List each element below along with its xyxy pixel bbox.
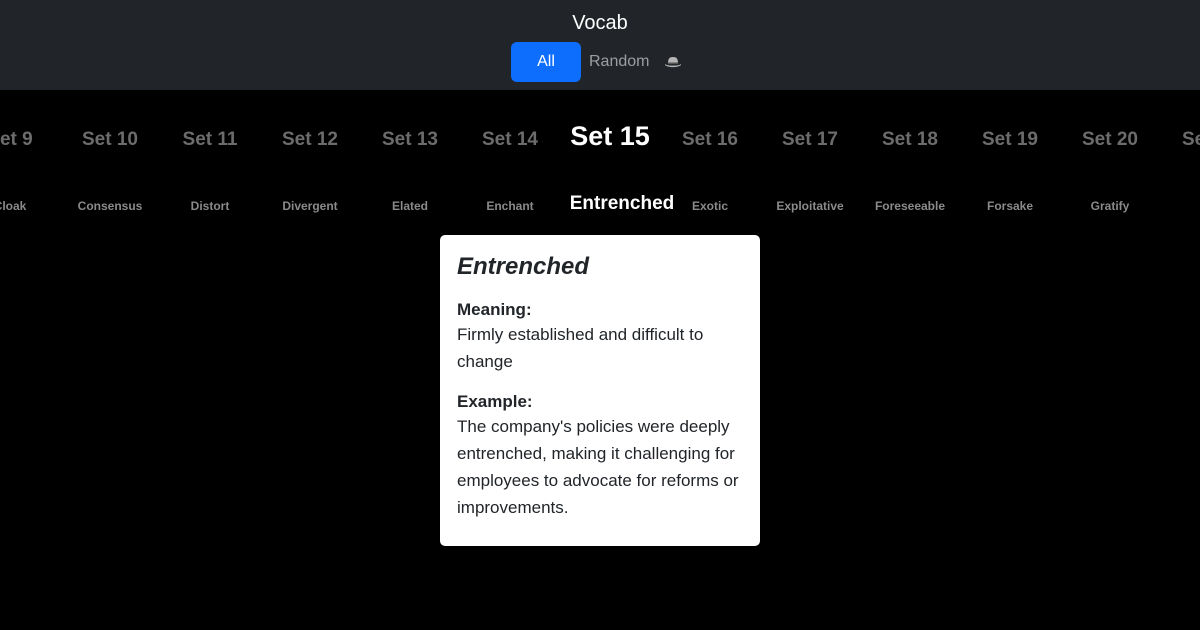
sets-carousel: Set 9Set 10Set 11Set 12Set 13Set 14Set 1… xyxy=(0,118,1200,162)
set-tab[interactable]: Set 14 xyxy=(460,118,560,162)
word-tab[interactable]: Exotic xyxy=(655,192,765,220)
example-text: The company's policies were deeply entre… xyxy=(457,417,739,517)
fedora-hat-icon[interactable] xyxy=(663,55,683,69)
meaning-label: Meaning: xyxy=(457,300,532,319)
word-card: Entrenched Meaning: Firmly established a… xyxy=(440,235,760,546)
set-tab[interactable]: Set 20 xyxy=(1060,118,1160,162)
set-tab[interactable]: Set 10 xyxy=(60,118,160,162)
set-tab[interactable]: Set 17 xyxy=(760,118,860,162)
set-tab[interactable]: Set 15 xyxy=(560,118,660,154)
word-tab[interactable]: Distort xyxy=(155,192,265,220)
set-tab[interactable]: Set 11 xyxy=(160,118,260,162)
app-title: Vocab xyxy=(572,12,628,34)
word-tab[interactable]: Foreseeable xyxy=(855,192,965,220)
set-tab[interactable]: Set 16 xyxy=(660,118,760,162)
word-tab[interactable]: Elated xyxy=(355,192,465,220)
set-tab[interactable]: Set 19 xyxy=(960,118,1060,162)
word-tab[interactable]: Exploitative xyxy=(755,192,865,220)
set-tab[interactable]: Set 21 xyxy=(1160,118,1200,162)
word-tab[interactable]: Gratify xyxy=(1055,192,1165,220)
all-button[interactable]: All xyxy=(511,42,581,82)
card-word-title: Entrenched xyxy=(457,253,590,280)
words-carousel: CloakConsensusDistortDivergentElatedEnch… xyxy=(0,192,1200,222)
navbar: Vocab All Random xyxy=(0,0,1200,90)
word-tab[interactable]: Consensus xyxy=(55,192,165,220)
word-tab[interactable]: Forsake xyxy=(955,192,1065,220)
word-tab[interactable]: Divergent xyxy=(255,192,365,220)
set-tab[interactable]: Set 13 xyxy=(360,118,460,162)
set-tab[interactable]: Set 12 xyxy=(260,118,360,162)
random-button[interactable]: Random xyxy=(589,53,649,71)
nav-controls: All Random xyxy=(511,42,683,82)
word-tab[interactable]: H xyxy=(1155,192,1200,220)
meaning-text: Firmly established and difficult to chan… xyxy=(457,325,704,371)
set-tab[interactable]: Set 18 xyxy=(860,118,960,162)
example-label: Example: xyxy=(457,392,533,411)
set-tab[interactable]: Set 9 xyxy=(0,118,60,162)
